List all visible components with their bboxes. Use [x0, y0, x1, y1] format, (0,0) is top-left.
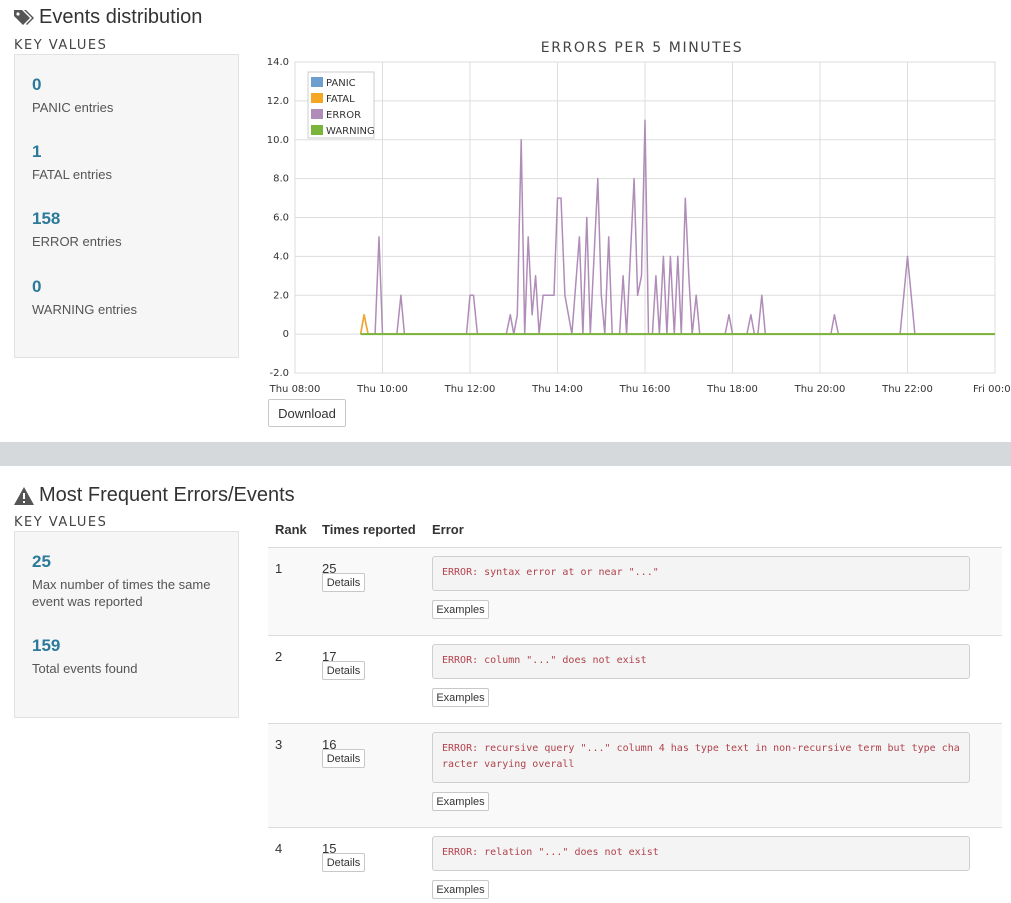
x-tick-label: Thu 22:00 — [881, 384, 933, 395]
fatal-entries: 1 FATAL entries — [32, 142, 112, 183]
max-times-value: 25 — [32, 552, 51, 571]
total-events-value: 159 — [32, 636, 61, 655]
table-row: 1 25 Details ERROR: syntax error at or n… — [268, 547, 1002, 636]
events-title-text: Events distribution — [39, 6, 203, 28]
col-header-rank: Rank — [275, 522, 307, 537]
x-tick-label: Thu 08:00 — [269, 384, 321, 395]
section-divider — [0, 442, 1011, 466]
warning-icon — [13, 486, 35, 506]
table-row: 2 17 Details ERROR: column "..." does no… — [268, 635, 1002, 724]
col-header-times: Times reported — [322, 522, 416, 537]
y-tick-label: 12.0 — [267, 96, 289, 107]
total-events: 159 Total events found — [32, 636, 138, 677]
row-rank: 4 — [275, 841, 283, 856]
warning-entries: 0 WARNING entries — [32, 277, 137, 318]
events-key-values-box: 0 PANIC entries 1 FATAL entries 158 ERRO… — [14, 54, 239, 358]
details-button[interactable]: Details — [322, 573, 365, 592]
legend-label-panic: PANIC — [326, 78, 356, 89]
examples-button[interactable]: Examples — [432, 880, 489, 899]
error-label: ERROR entries — [32, 234, 122, 249]
frequent-title-text: Most Frequent Errors/Events — [39, 484, 295, 506]
examples-button[interactable]: Examples — [432, 792, 489, 811]
y-tick-label: 10.0 — [267, 135, 289, 146]
legend-label-warning: WARNING — [326, 126, 375, 137]
panic-label: PANIC entries — [32, 100, 114, 115]
tags-icon — [13, 8, 35, 28]
y-tick-label: 2.0 — [273, 290, 289, 301]
error-message: ERROR: column "..." does not exist — [432, 644, 970, 679]
error-count: 158 — [32, 209, 61, 228]
examples-button[interactable]: Examples — [432, 688, 489, 707]
events-section-title: Events distribution — [13, 6, 202, 29]
x-tick-label: Thu 18:00 — [706, 384, 758, 395]
chart-title: ERRORS PER 5 MINUTES — [540, 40, 744, 56]
x-tick-label: Fri 00:00 — [973, 384, 1011, 395]
col-header-error: Error — [432, 522, 464, 537]
fatal-count: 1 — [32, 142, 42, 161]
y-tick-label: 4.0 — [273, 251, 289, 262]
table-row: 4 15 Details ERROR: relation "..." does … — [268, 827, 1002, 903]
download-button[interactable]: Download — [268, 399, 346, 427]
y-tick-label: 6.0 — [273, 213, 289, 224]
row-rank: 2 — [275, 649, 283, 664]
x-tick-label: Thu 10:00 — [356, 384, 408, 395]
row-rank: 1 — [275, 561, 283, 576]
warning-count: 0 — [32, 277, 42, 296]
x-tick-label: Thu 20:00 — [794, 384, 846, 395]
legend-label-fatal: FATAL — [326, 94, 355, 105]
panic-entries: 0 PANIC entries — [32, 75, 113, 116]
frequent-key-values-box: 25 Max number of times the same event wa… — [14, 531, 239, 718]
max-times-reported: 25 Max number of times the same event wa… — [32, 552, 222, 610]
legend-swatch-fatal — [311, 93, 323, 103]
warning-label: WARNING entries — [32, 302, 137, 317]
error-message: ERROR: relation "..." does not exist — [432, 836, 970, 871]
max-times-label: Max number of times the same event was r… — [32, 577, 211, 609]
y-tick-label: 14.0 — [267, 57, 289, 68]
events-key-values-label: KEY VALUES — [14, 38, 108, 53]
panic-count: 0 — [32, 75, 42, 94]
legend-swatch-error — [311, 109, 323, 119]
examples-button[interactable]: Examples — [432, 600, 489, 619]
details-button[interactable]: Details — [322, 853, 365, 872]
errors-chart: 14.0 12.0 10.0 8.0 6.0 4.0 2.0 0 -2.0 Thu 08:00 Th… — [267, 57, 1011, 395]
y-tick-label: 8.0 — [273, 174, 289, 185]
legend-swatch-panic — [311, 77, 323, 87]
legend-swatch-warning — [311, 125, 323, 135]
frequent-section-title: Most Frequent Errors/Events — [13, 484, 295, 507]
y-tick-label: -2.0 — [269, 368, 289, 379]
total-events-label: Total events found — [32, 661, 138, 676]
legend-label-error: ERROR — [326, 110, 361, 121]
frequent-key-values-label: KEY VALUES — [14, 515, 108, 530]
x-tick-label: Thu 12:00 — [444, 384, 496, 395]
error-message: ERROR: recursive query "..." column 4 ha… — [432, 732, 970, 783]
details-button[interactable]: Details — [322, 749, 365, 768]
table-row: 3 16 Details ERROR: recursive query "...… — [268, 723, 1002, 828]
row-rank: 3 — [275, 737, 283, 752]
x-tick-label: Thu 16:00 — [619, 384, 671, 395]
fatal-label: FATAL entries — [32, 167, 112, 182]
error-entries: 158 ERROR entries — [32, 209, 122, 250]
error-message: ERROR: syntax error at or near "..." — [432, 556, 970, 591]
details-button[interactable]: Details — [322, 661, 365, 680]
x-tick-label: Thu 14:00 — [531, 384, 583, 395]
y-tick-label: 0 — [283, 329, 289, 340]
